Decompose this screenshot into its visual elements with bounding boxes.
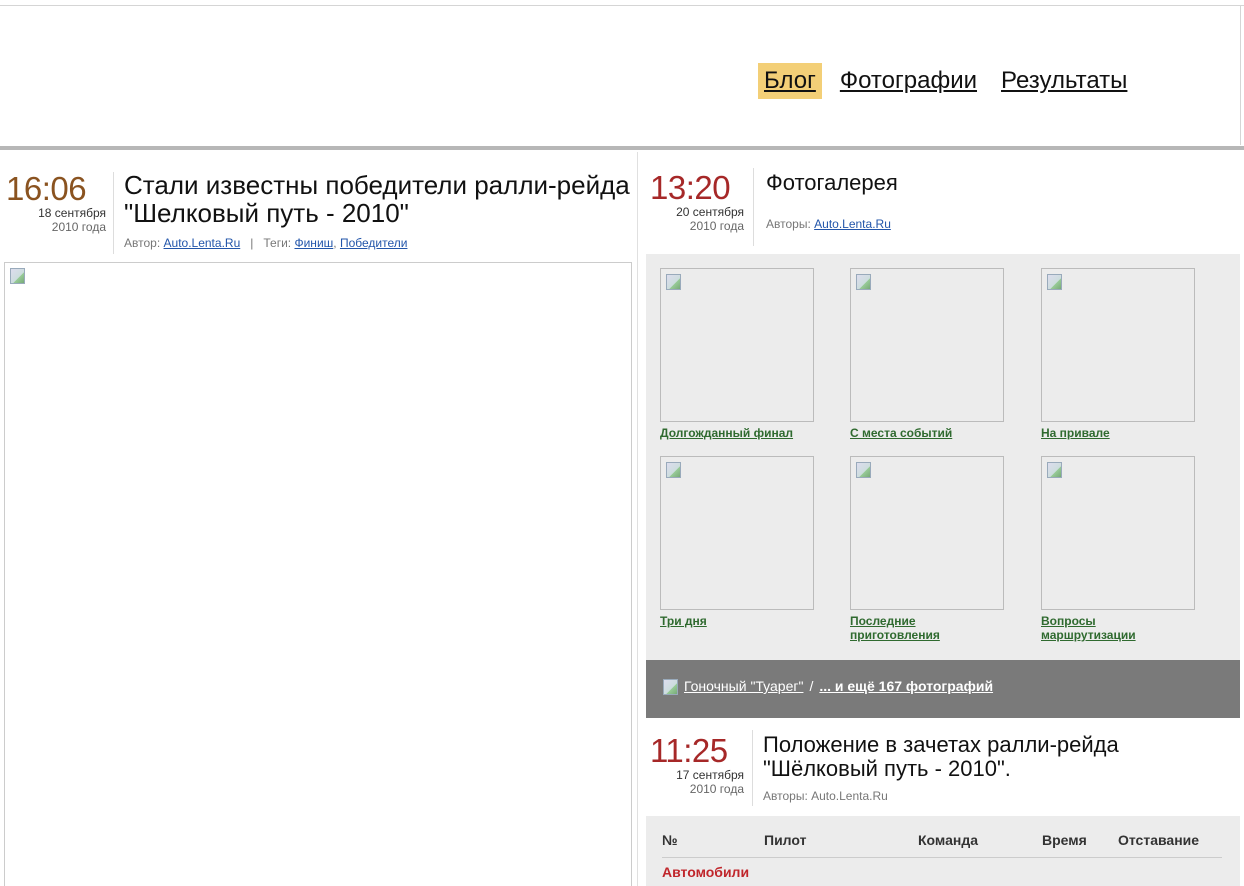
header-divider	[0, 146, 1244, 150]
gallery-thumbnail[interactable]	[1041, 456, 1195, 610]
standings-table: № Пилот Команда Время Отставание Автомоб…	[646, 816, 1240, 886]
standings-title: Положение в зачетах ралли-рейда "Шёлковы…	[763, 732, 1119, 781]
broken-image-icon	[855, 273, 871, 290]
gallery-caption[interactable]: Долгожданный финал	[660, 426, 835, 440]
post-date: 18 сентября	[38, 206, 106, 220]
tag-link[interactable]: Финиш	[294, 236, 333, 250]
broken-image-icon	[1046, 461, 1062, 478]
header-right-border	[1240, 5, 1241, 145]
header-top-border	[0, 5, 1244, 6]
author-label: Автор:	[124, 236, 161, 250]
post-time: 16:06	[6, 170, 87, 207]
gallery-thumbnail[interactable]	[660, 268, 814, 422]
gallery-caption[interactable]: Вопросы маршрутизации	[1041, 614, 1171, 642]
column-header-number: №	[662, 832, 678, 848]
gallery-thumbnail[interactable]	[850, 268, 1004, 422]
standings-date: 17 сентября	[676, 768, 744, 782]
column-header-team: Команда	[918, 832, 978, 848]
column-header-pilot: Пилот	[764, 832, 807, 848]
post-timestamp: 16:06 18 сентября 2010 года	[6, 170, 106, 235]
broken-image-icon	[662, 678, 678, 695]
broken-image-icon	[665, 273, 681, 290]
post-year: 2010 года	[51, 220, 106, 234]
nav-photos[interactable]: Фотографии	[834, 63, 983, 99]
post-image	[4, 262, 632, 886]
column-header-gap: Отставание	[1118, 832, 1200, 848]
author-link[interactable]: Auto.Lenta.Ru	[164, 236, 241, 250]
standings-timestamp: 11:25 17 сентября 2010 года	[650, 732, 744, 797]
gallery-caption[interactable]: Последние приготовления	[850, 614, 970, 642]
broken-image-icon	[1046, 273, 1062, 290]
album-link[interactable]: Гоночный "Туарег"	[684, 678, 803, 694]
gallery-timestamp: 13:20 20 сентября 2010 года	[650, 169, 744, 234]
gallery-time: 13:20	[650, 169, 731, 206]
more-photos-link[interactable]: ... и ещё 167 фотографий	[819, 678, 993, 694]
gallery-thumbnail[interactable]	[1041, 268, 1195, 422]
gallery-caption[interactable]: Три дня	[660, 614, 800, 628]
timestamp-separator	[753, 168, 754, 246]
photo-gallery: Долгожданный финал С места событий На пр…	[646, 254, 1240, 660]
standings-meta: Авторы: Auto.Lenta.Ru	[763, 789, 888, 803]
gallery-footer-bar: Гоночный "Туарег" / ... и ещё 167 фотогр…	[646, 660, 1240, 718]
gallery-date: 20 сентября	[676, 205, 744, 219]
post-meta: Автор: Auto.Lenta.Ru | Теги: Финиш, Побе…	[124, 236, 407, 250]
standings-time: 11:25	[650, 732, 728, 769]
column-header-time: Время	[1042, 832, 1087, 848]
gallery-caption[interactable]: С места событий	[850, 426, 1025, 440]
broken-image-icon	[855, 461, 871, 478]
column-separator	[637, 152, 638, 886]
broken-image-icon	[9, 267, 25, 284]
meta-separator: |	[243, 236, 261, 250]
main-nav: Блог Фотографии Результаты	[758, 63, 1145, 99]
standings-year: 2010 года	[689, 782, 744, 796]
tag-comma: ,	[333, 236, 340, 250]
tag-link[interactable]: Победители	[340, 236, 408, 250]
header-divider-line	[662, 857, 1222, 858]
timestamp-separator	[752, 730, 753, 806]
post-title: Стали известны победители ралли-рейда "Ш…	[124, 170, 630, 228]
gallery-thumbnail[interactable]	[850, 456, 1004, 610]
author-link[interactable]: Auto.Lenta.Ru	[814, 217, 891, 231]
broken-image-icon	[665, 461, 681, 478]
gallery-meta: Авторы: Auto.Lenta.Ru	[766, 217, 891, 231]
category-label: Автомобили	[662, 864, 750, 880]
tags-label: Теги:	[263, 236, 292, 250]
bar-separator: /	[809, 678, 814, 694]
gallery-year: 2010 года	[689, 219, 744, 233]
timestamp-separator	[113, 172, 114, 254]
authors-label: Авторы:	[766, 217, 811, 231]
gallery-thumbnail[interactable]	[660, 456, 814, 610]
gallery-title: Фотогалерея	[766, 170, 898, 195]
gallery-caption[interactable]: На привале	[1041, 426, 1216, 440]
nav-results[interactable]: Результаты	[995, 63, 1133, 99]
nav-blog[interactable]: Блог	[758, 63, 822, 99]
